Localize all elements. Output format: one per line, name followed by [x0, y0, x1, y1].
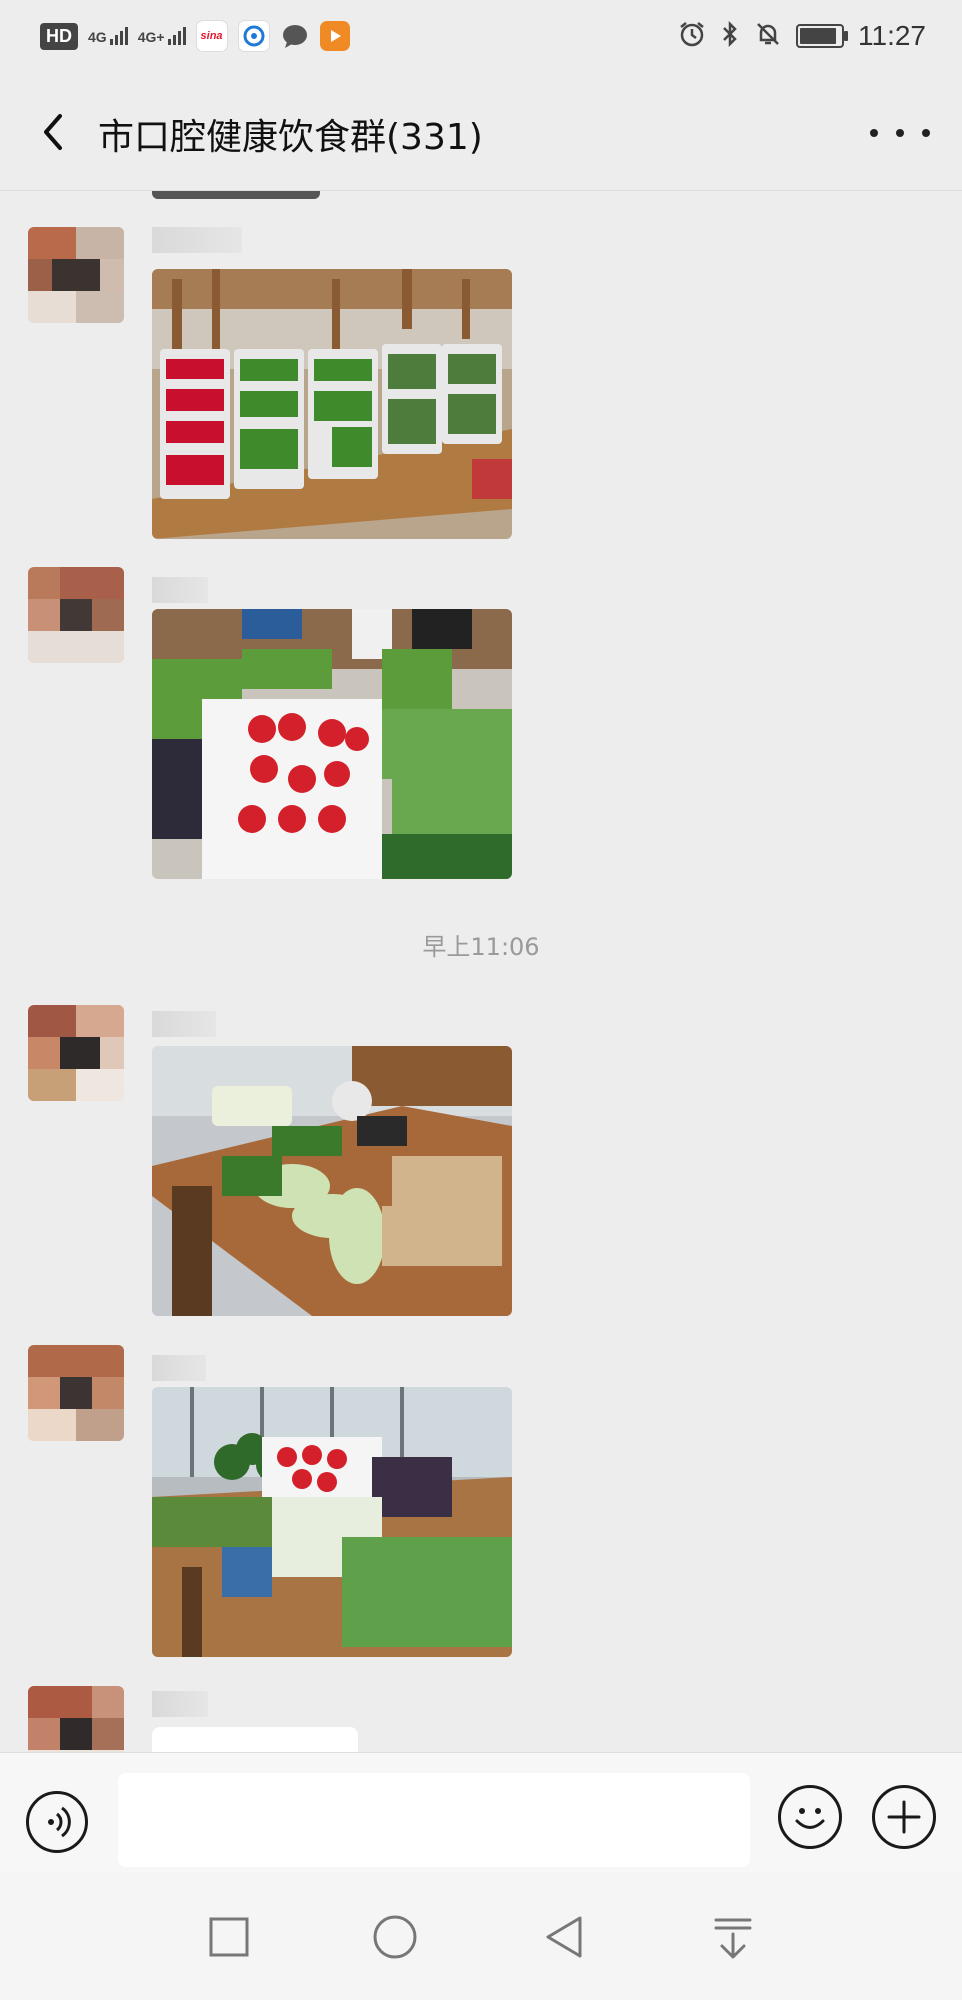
avatar[interactable] — [28, 1005, 124, 1101]
sender-name — [152, 577, 208, 603]
emoji-icon[interactable] — [778, 1785, 842, 1849]
notification-pulldown-icon[interactable] — [708, 1912, 758, 1962]
sender-name — [152, 227, 242, 253]
text-message-bubble[interactable] — [152, 1727, 358, 1752]
alarm-icon — [678, 20, 706, 52]
avatar[interactable] — [28, 1345, 124, 1441]
chat-title: 市口腔健康饮食群(331) — [98, 117, 483, 158]
status-right: 11:27 — [678, 20, 926, 52]
sender-name — [152, 1691, 208, 1717]
avatar[interactable] — [28, 1686, 124, 1752]
image-message[interactable] — [152, 1387, 512, 1657]
voice-icon[interactable] — [26, 1791, 88, 1853]
home-icon[interactable] — [370, 1912, 420, 1962]
signal-4g-plus: 4G+ — [138, 27, 186, 45]
sina-icon: sina — [195, 20, 228, 52]
sender-name — [152, 1355, 206, 1381]
browser-icon — [237, 20, 270, 52]
message-text-input[interactable] — [118, 1773, 750, 1867]
plus-icon[interactable] — [872, 1785, 936, 1849]
back-triangle-icon[interactable] — [540, 1912, 590, 1962]
video-play-icon — [319, 21, 350, 51]
chat-message-list[interactable]: 早上11:06 — [0, 191, 962, 1752]
chat-header: 市口腔健康饮食群(331) — [0, 78, 962, 191]
image-message[interactable] — [152, 1046, 512, 1316]
chevron-left-icon[interactable] — [28, 104, 84, 160]
previous-image-edge — [152, 191, 320, 199]
mute-bell-icon — [754, 20, 782, 52]
battery-icon — [796, 24, 848, 48]
clock: 11:27 — [858, 20, 926, 51]
image-message[interactable] — [152, 609, 512, 879]
status-left: HD 4G 4G+ sina — [40, 20, 350, 52]
message-input-bar — [0, 1752, 962, 1873]
recent-apps-icon[interactable] — [204, 1912, 254, 1962]
system-navigation-bar — [0, 1872, 962, 2000]
more-dots-icon[interactable] — [870, 108, 930, 158]
bluetooth-icon — [720, 20, 740, 52]
chat-bubble-icon — [280, 21, 310, 51]
status-bar: HD 4G 4G+ sina 11:27 — [0, 0, 962, 78]
chat-timestamp: 早上11:06 — [422, 933, 540, 961]
image-message[interactable] — [152, 269, 512, 539]
avatar[interactable] — [28, 567, 124, 663]
sender-name — [152, 1011, 216, 1037]
signal-4g: 4G — [88, 27, 128, 45]
hd-indicator: HD — [40, 22, 78, 50]
avatar[interactable] — [28, 227, 124, 323]
